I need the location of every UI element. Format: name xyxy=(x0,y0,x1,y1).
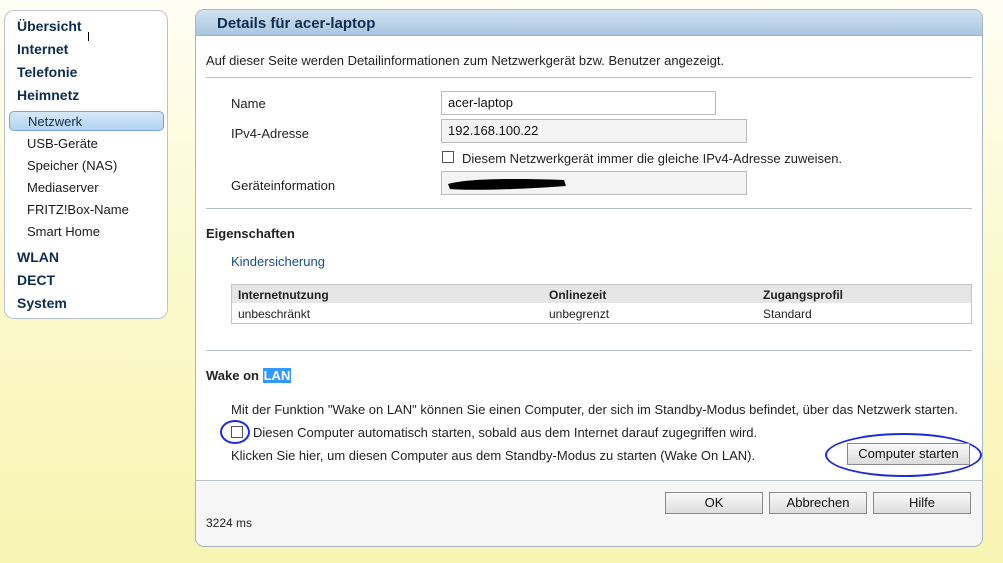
name-input[interactable]: acer-laptop xyxy=(441,91,716,115)
geraeteinformation-label: Geräteinformation xyxy=(231,178,336,193)
nav-system[interactable]: System xyxy=(17,295,67,311)
wake-on-lan-heading: Wake on LAN xyxy=(206,368,292,383)
divider xyxy=(206,208,972,209)
col-header-internetnutzung: Internetnutzung xyxy=(238,288,329,302)
wol-title-prefix: Wake on xyxy=(206,368,259,383)
auto-start-checkbox[interactable] xyxy=(231,426,243,438)
geraeteinformation-field xyxy=(441,171,747,195)
col-header-zugangsprofil: Zugangsprofil xyxy=(763,288,843,302)
ipv4-field: 192.168.100.22 xyxy=(441,119,747,143)
nav-netzwerk-active[interactable]: Netzwerk xyxy=(9,111,164,131)
same-ip-checkbox[interactable] xyxy=(442,151,454,163)
same-ip-checkbox-label: Diesem Netzwerkgerät immer die gleiche I… xyxy=(462,151,843,166)
nav-usb-geraete[interactable]: USB-Geräte xyxy=(27,136,98,151)
nav-speicher-nas[interactable]: Speicher (NAS) xyxy=(27,158,117,173)
hilfe-button[interactable]: Hilfe xyxy=(873,492,971,514)
kindersicherung-link[interactable]: Kindersicherung xyxy=(231,254,325,269)
nav-wlan[interactable]: WLAN xyxy=(17,249,59,265)
ok-button[interactable]: OK xyxy=(665,492,763,514)
divider xyxy=(206,350,972,351)
eigenschaften-heading: Eigenschaften xyxy=(206,226,295,241)
nav-uebersicht[interactable]: Übersicht xyxy=(17,18,82,34)
text-cursor xyxy=(88,32,89,41)
page-title: Details für acer-laptop xyxy=(217,15,376,32)
computer-starten-button[interactable]: Computer starten xyxy=(847,443,970,465)
abbrechen-button[interactable]: Abbrechen xyxy=(769,492,867,514)
page-description: Auf dieser Seite werden Detailinformatio… xyxy=(206,53,725,68)
ipv4-label: IPv4-Adresse xyxy=(231,126,310,141)
table-cell: unbeschränkt xyxy=(238,307,311,321)
divider xyxy=(196,480,982,481)
nav-dect[interactable]: DECT xyxy=(17,272,55,288)
nav-fritzbox-name[interactable]: FRITZ!Box-Name xyxy=(27,202,129,217)
access-profile-table: Internetnutzung Onlinezeit Zugangsprofil… xyxy=(231,284,972,324)
nav-telefonie[interactable]: Telefonie xyxy=(17,64,77,80)
nav-heimnetz[interactable]: Heimnetz xyxy=(17,87,79,103)
redaction-mark xyxy=(448,179,566,190)
table-cell: unbegrenzt xyxy=(549,307,610,321)
wol-title-highlight: LAN xyxy=(262,368,292,383)
table-cell: Standard xyxy=(763,307,812,321)
panel-header: Details für acer-laptop xyxy=(196,10,982,36)
details-panel: Details für acer-laptop Auf dieser Seite… xyxy=(195,9,983,547)
nav-netzwerk-label: Netzwerk xyxy=(28,114,83,129)
col-header-onlinezeit: Onlinezeit xyxy=(549,288,607,302)
nav-smart-home[interactable]: Smart Home xyxy=(27,224,100,239)
timing-text: 3224 ms xyxy=(206,516,253,530)
auto-start-checkbox-label: Diesen Computer automatisch starten, sob… xyxy=(253,425,758,440)
divider xyxy=(206,77,972,78)
nav-mediaserver[interactable]: Mediaserver xyxy=(27,180,99,195)
wol-description: Mit der Funktion "Wake on LAN" können Si… xyxy=(231,402,958,417)
nav-internet[interactable]: Internet xyxy=(17,41,68,57)
sidebar-nav: Übersicht Internet Telefonie Heimnetz Ne… xyxy=(4,10,168,319)
name-label: Name xyxy=(231,96,266,111)
wol-manual-text: Klicken Sie hier, um diesen Computer aus… xyxy=(231,448,756,463)
